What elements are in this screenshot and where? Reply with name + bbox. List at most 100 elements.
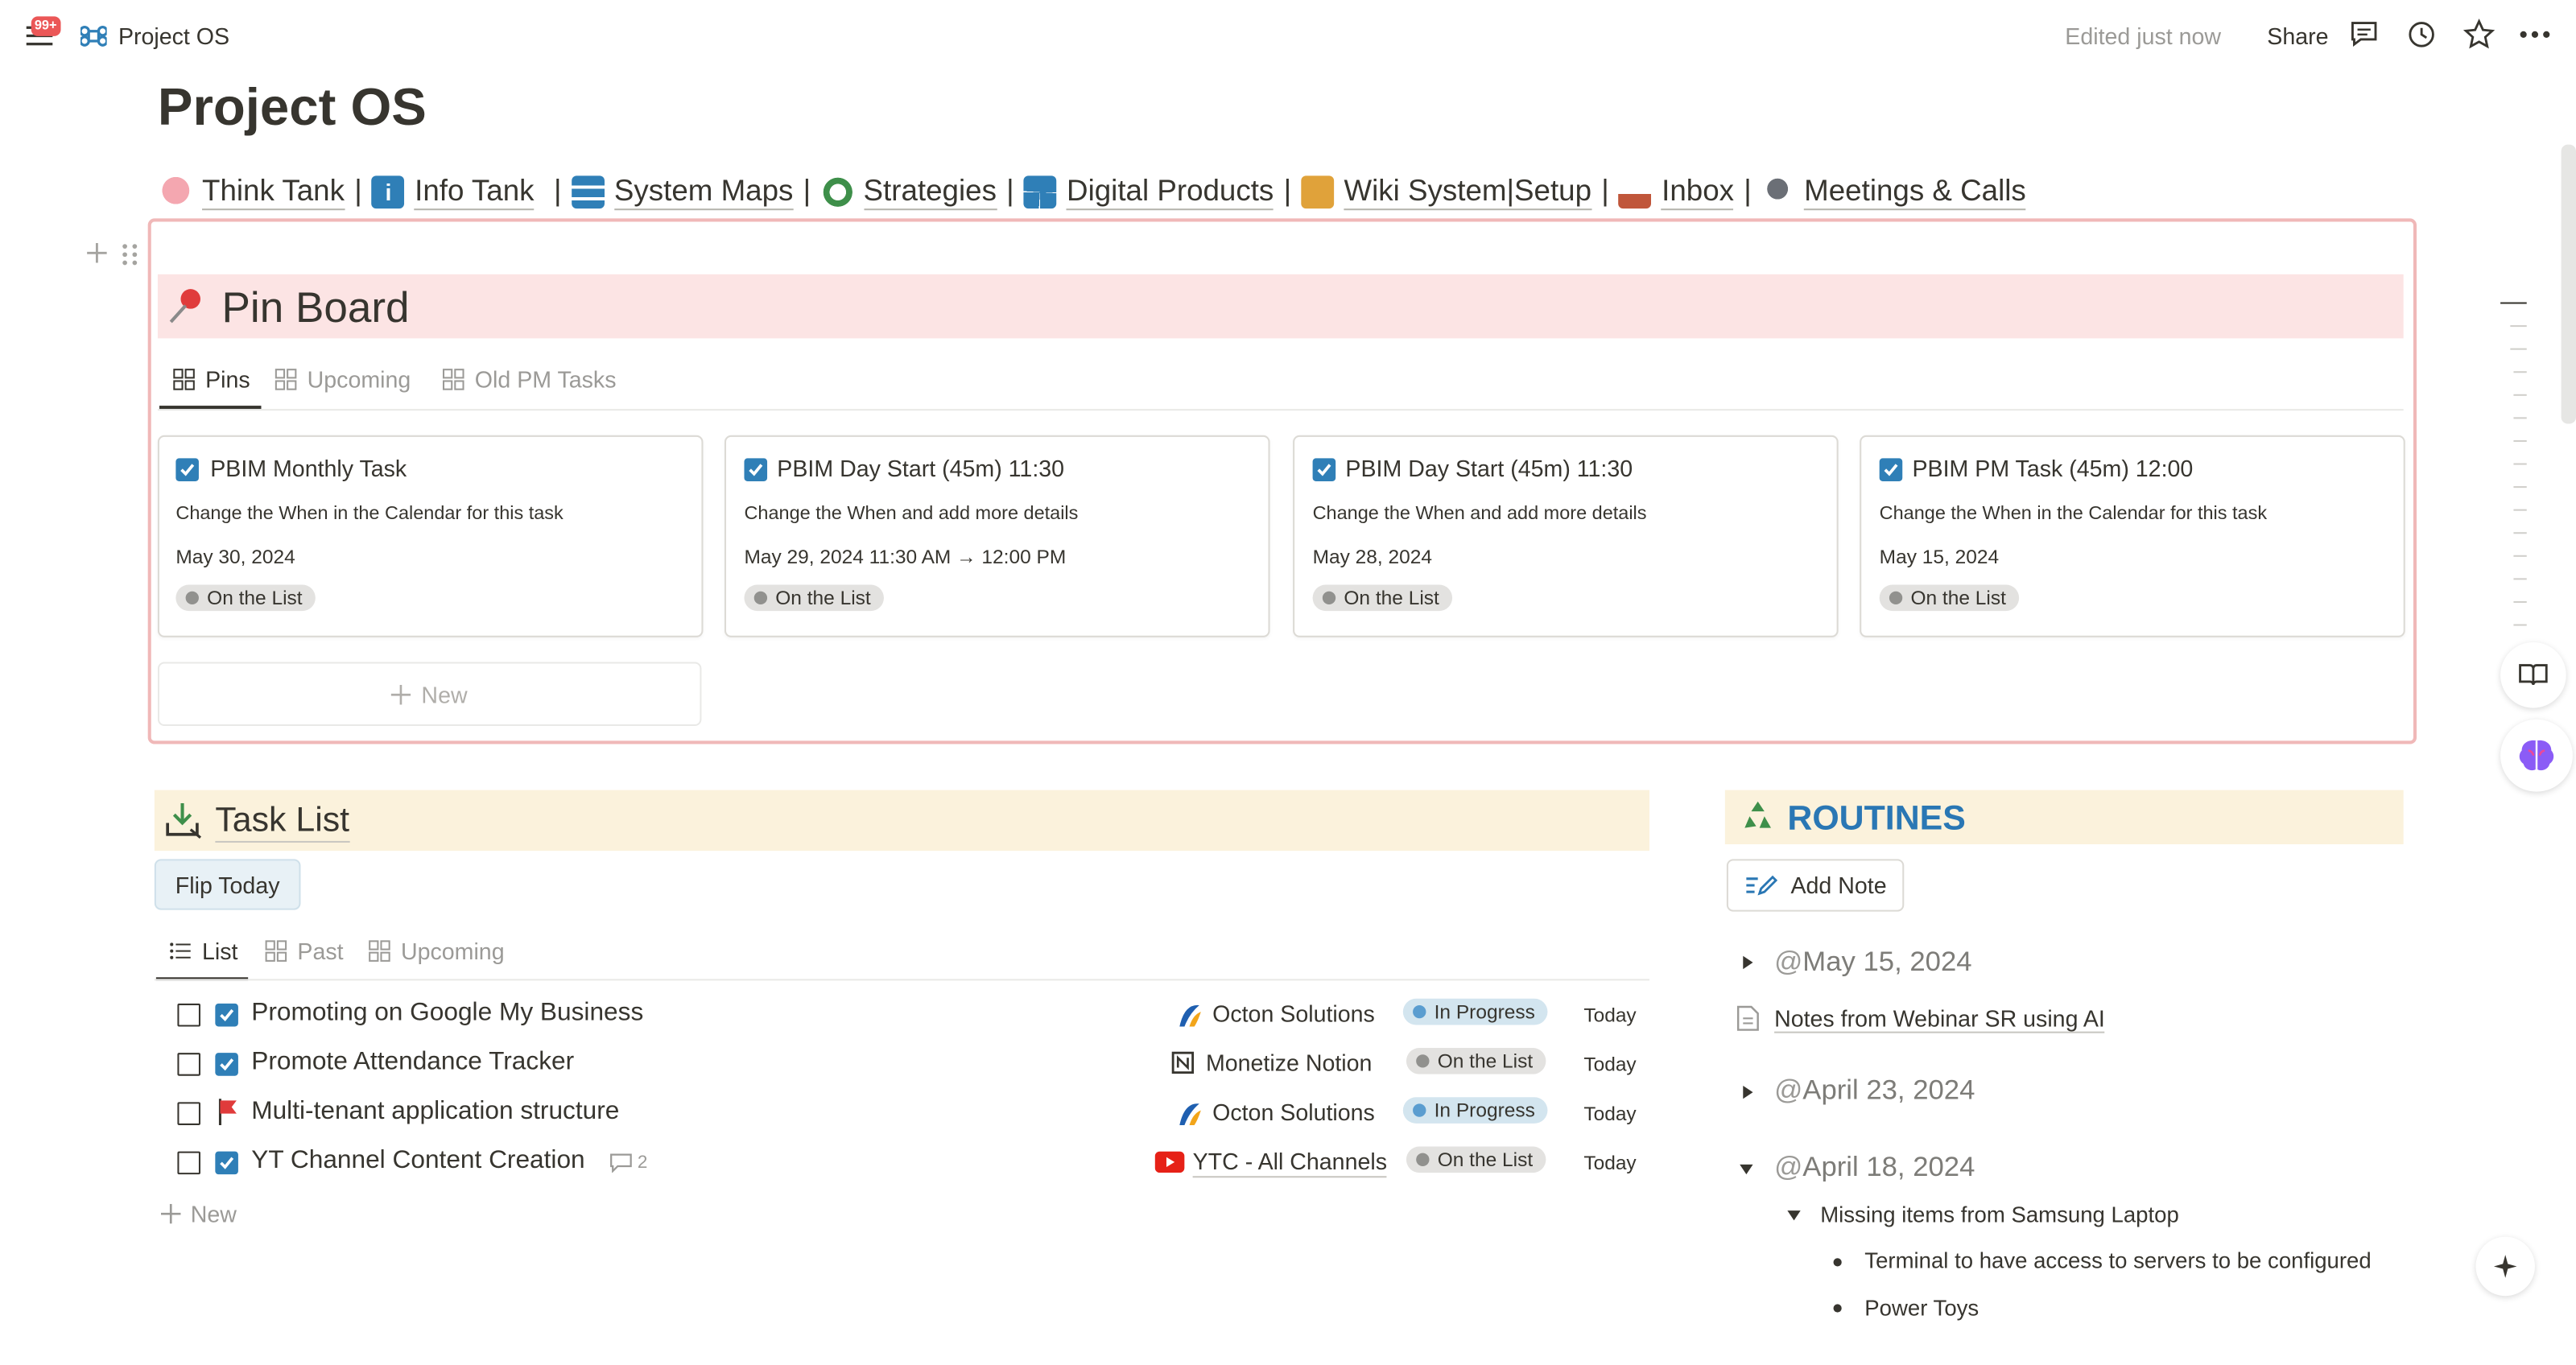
edited-status: Edited just now (2065, 23, 2222, 50)
date-mention[interactable]: @May 15, 2024 (1774, 946, 1971, 979)
status-badge: On the List (1406, 1146, 1546, 1173)
task-name[interactable]: Promoting on Google My Business (251, 999, 643, 1029)
bullet (1833, 1258, 1842, 1267)
tab-past[interactable]: Past (265, 938, 344, 964)
project-name[interactable]: Octon Solutions (1212, 1000, 1375, 1027)
breadcrumb-title[interactable]: Project OS (118, 23, 229, 50)
tab-upcoming[interactable]: Upcoming (275, 366, 411, 393)
table-row[interactable]: YT Channel Content Creation 2 YTC - All … (155, 1138, 1649, 1187)
layers-icon (571, 175, 605, 208)
tab-old-pm-tasks[interactable]: Old PM Tasks (442, 366, 617, 393)
notion-logo-icon (1171, 1051, 1195, 1074)
favorite-button[interactable] (2462, 18, 2496, 51)
nav-link-wiki-system[interactable]: Wiki System|Setup (1344, 172, 1592, 211)
toggle-collapsed-icon[interactable] (1740, 955, 1756, 971)
project-name[interactable]: YTC - All Channels (1192, 1148, 1388, 1178)
toggle-expanded-icon[interactable] (1738, 1161, 1754, 1177)
tab-list[interactable]: List (169, 938, 238, 964)
new-task-button[interactable]: New (160, 1201, 237, 1227)
scrollbar-thumb[interactable] (2561, 144, 2576, 424)
page-icon (80, 23, 107, 50)
ai-assistant-button[interactable] (2475, 1236, 2535, 1297)
date-mention[interactable]: @April 23, 2024 (1774, 1074, 1975, 1107)
nav-link-info-tank[interactable]: Info Tank (415, 172, 535, 211)
add-note-button[interactable]: Add Note (1726, 859, 1905, 912)
nav-link-digital-products[interactable]: Digital Products (1067, 172, 1274, 211)
reader-button[interactable] (2500, 641, 2566, 708)
pinned-checkbox[interactable] (215, 1003, 238, 1027)
comments-button[interactable] (2349, 19, 2379, 49)
sparkle-icon (2493, 1255, 2517, 1278)
nav-link-system-maps[interactable]: System Maps (613, 172, 794, 211)
page-title: Project OS (157, 76, 427, 137)
task-name[interactable]: Promote Attendance Tracker (251, 1048, 574, 1078)
toggle-expanded-icon[interactable] (1785, 1207, 1802, 1223)
card-title: PBIM Day Start (45m) 11:30 (777, 455, 1065, 481)
tab-pins[interactable]: Pins (172, 366, 250, 393)
toggle-text: Missing items from Samsung Laptop (1820, 1202, 2179, 1227)
date-mention[interactable]: @April 18, 2024 (1774, 1152, 1975, 1185)
nav-link-meetings-calls[interactable]: Meetings & Calls (1804, 172, 2026, 211)
tab-upcoming-tasks[interactable]: Upcoming (368, 938, 505, 964)
check-icon (749, 464, 763, 476)
drag-icon (122, 244, 138, 266)
checkbox-checked[interactable] (1879, 458, 1903, 481)
nav-link-inbox[interactable]: Inbox (1662, 172, 1735, 211)
page-icon (1736, 1005, 1760, 1032)
nav-link-think-tank[interactable]: Think Tank (202, 172, 345, 211)
grid-icon (1023, 175, 1057, 208)
table-row[interactable]: Promote Attendance Tracker Monetize Noti… (155, 1040, 1649, 1089)
flip-today-button[interactable]: Flip Today (154, 859, 301, 910)
check-icon (1884, 464, 1898, 476)
status-badge: On the List (1879, 584, 2020, 612)
done-checkbox[interactable] (177, 1102, 200, 1125)
checkbox-checked[interactable] (1312, 458, 1336, 481)
done-checkbox[interactable] (177, 1053, 200, 1076)
note-link[interactable]: Notes from Webinar SR using AI (1774, 1005, 2105, 1033)
plus-icon (160, 1203, 181, 1224)
gallery-icon (442, 369, 464, 390)
tabs-divider (157, 409, 2404, 411)
new-pin-button[interactable]: New (157, 662, 702, 727)
comment-icon (610, 1153, 632, 1173)
more-button[interactable] (2519, 23, 2552, 47)
comment-icon (2351, 22, 2377, 47)
done-checkbox[interactable] (177, 1151, 200, 1175)
gallery-icon (173, 369, 195, 390)
pin-card[interactable]: PBIM Monthly Task Change the When in the… (157, 435, 704, 637)
toggle-collapsed-icon[interactable] (1740, 1084, 1756, 1100)
project-name[interactable]: Octon Solutions (1212, 1099, 1375, 1125)
pin-card[interactable]: PBIM Day Start (45m) 11:30 Change the Wh… (724, 435, 1270, 637)
pin-card[interactable]: PBIM PM Task (45m) 12:00 Change the When… (1860, 435, 2405, 637)
red-flag-icon (217, 1097, 240, 1127)
status-badge: In Progress (1402, 998, 1549, 1025)
project-name[interactable]: Monetize Notion (1206, 1050, 1372, 1076)
comment-count[interactable]: 2 (609, 1153, 647, 1173)
pinned-checkbox[interactable] (215, 1053, 238, 1076)
book-open-icon (2519, 664, 2548, 686)
table-row[interactable]: Promoting on Google My Business Octon So… (155, 991, 1649, 1040)
status-badge: On the List (1406, 1048, 1546, 1074)
pinned-checkbox[interactable] (215, 1151, 238, 1175)
checkbox-checked[interactable] (175, 458, 199, 481)
history-button[interactable] (2407, 19, 2437, 49)
task-when: Today (1583, 1102, 1637, 1125)
checkbox-checked[interactable] (744, 458, 768, 481)
nav-link-strategies[interactable]: Strategies (863, 172, 997, 211)
star-icon (2462, 19, 2496, 49)
add-block-button[interactable] (84, 240, 110, 266)
youtube-icon (1154, 1151, 1185, 1173)
pin-card[interactable]: PBIM Day Start (45m) 11:30 Change the Wh… (1293, 435, 1839, 637)
ai-brain-button[interactable] (2500, 719, 2573, 792)
done-checkbox[interactable] (177, 1003, 200, 1027)
share-button[interactable]: Share (2267, 23, 2328, 50)
task-list-title[interactable]: Task List (215, 802, 350, 843)
card-title: PBIM PM Task (45m) 12:00 (1912, 455, 2194, 481)
card-description: Change the When and add more details (744, 504, 1079, 525)
table-row[interactable]: Multi-tenant application structure Octon… (155, 1089, 1649, 1138)
pushpin-icon (164, 282, 210, 328)
task-name[interactable]: Multi-tenant application structure (251, 1097, 619, 1127)
task-name[interactable]: YT Channel Content Creation (251, 1146, 584, 1176)
inbox-icon (1619, 175, 1652, 208)
drag-handle[interactable] (120, 241, 139, 268)
